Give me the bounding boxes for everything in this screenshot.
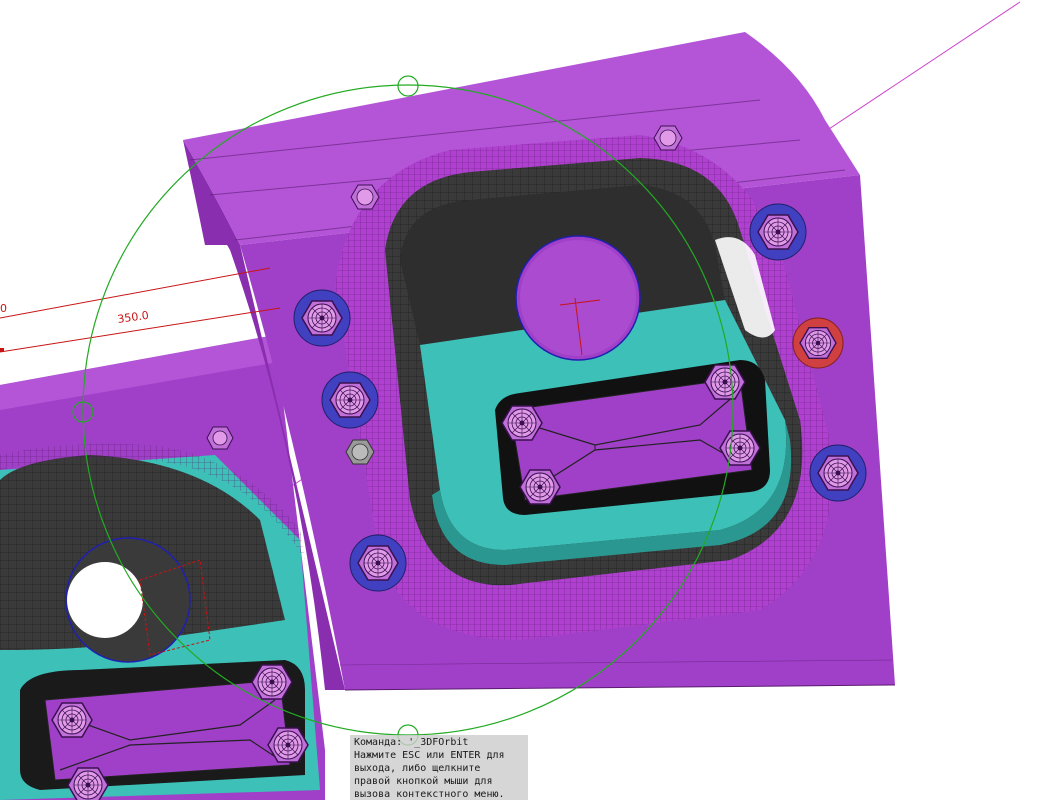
dimension-label-350: 350.0 (117, 309, 150, 326)
command-line-text: правой кнопкой мыши для (354, 776, 493, 787)
model-canvas[interactable]: 0 350.0 (0, 0, 1064, 800)
command-line-text: вызова контекстного меню. (354, 789, 505, 800)
orbit-handle-top-icon[interactable] (397, 75, 419, 97)
command-line-text: выхода, либо щелкните (354, 763, 481, 774)
command-line-text: Нажмите ESC или ENTER для (354, 750, 505, 761)
command-line-panel: Команда: '_3DFOrbit Нажмите ESC или ENTE… (350, 735, 528, 800)
dimension-label-partial: 0 (0, 302, 7, 315)
command-line-text: Команда: '_3DFOrbit (354, 737, 469, 748)
3d-viewport[interactable]: 0 350.0 Команда: '_3DFOrbit Нажмите ESC … (0, 0, 1064, 800)
